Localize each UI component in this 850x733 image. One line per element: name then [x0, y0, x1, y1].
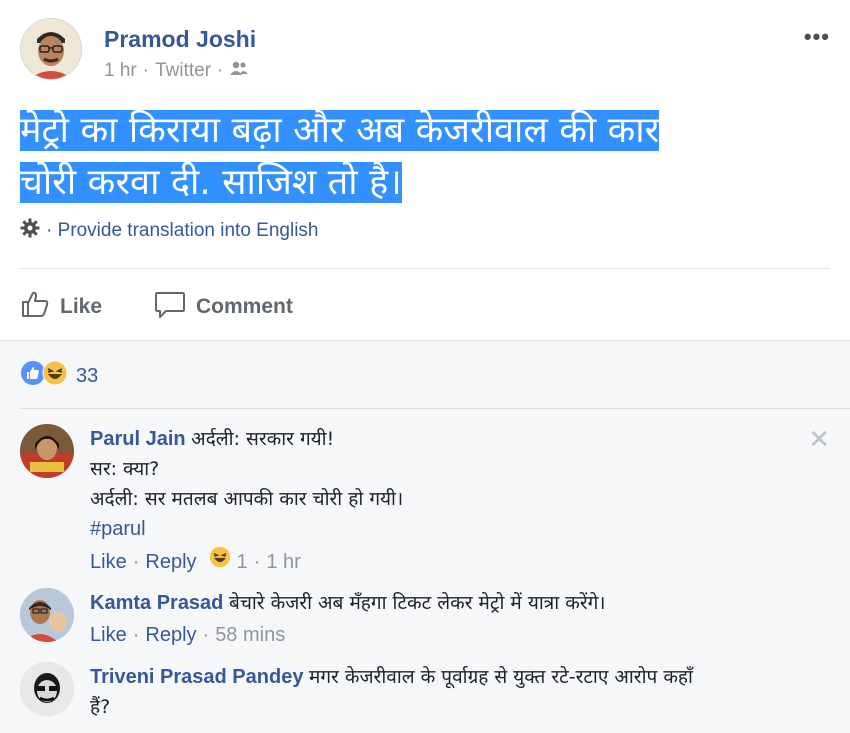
post-author-name[interactable]: Pramod Joshi: [104, 26, 256, 53]
comment-actions: Like · Reply 1 · 1 hr: [90, 546, 810, 577]
comment-time[interactable]: 58 mins: [215, 620, 285, 650]
post-header: Pramod Joshi 1 hr · Twitter · •••: [20, 18, 830, 90]
comment-author[interactable]: Kamta Prasad: [90, 592, 223, 614]
thumbs-up-icon: [20, 289, 50, 325]
close-icon[interactable]: ✕: [808, 424, 830, 455]
comment-like-link[interactable]: Like: [90, 547, 127, 577]
gear-icon[interactable]: [20, 218, 40, 244]
haha-reaction-icon[interactable]: [209, 546, 231, 577]
haha-reaction-icon: [42, 360, 68, 392]
speech-bubble-icon: [154, 289, 186, 325]
comment-body: Parul Jain अर्दली: सरकार गयी! सर: क्या? …: [90, 424, 810, 577]
author-avatar[interactable]: [20, 18, 82, 80]
divider: [20, 408, 850, 409]
comment-like-link[interactable]: Like: [90, 620, 127, 650]
action-separator: ·: [132, 550, 140, 573]
commenter-avatar[interactable]: [20, 588, 74, 642]
comment-text-line: सर: क्या?: [90, 458, 160, 480]
comment-reply-link[interactable]: Reply: [145, 547, 196, 577]
meta-separator: ·: [217, 60, 224, 81]
comment-label: Comment: [196, 295, 293, 318]
action-separator: ·: [202, 624, 210, 646]
translate-row: · Provide translation into English: [20, 218, 318, 244]
friends-audience-icon[interactable]: [229, 60, 249, 82]
comment-text-line: मगर केजरीवाल के पूर्वाग्रह से युक्त रटे-…: [309, 666, 693, 688]
post-time[interactable]: 1 hr: [104, 60, 137, 82]
action-separator: ·: [132, 624, 140, 646]
comment-actions: Like · Reply · 58 mins: [90, 620, 810, 650]
commenter-avatar[interactable]: [20, 662, 74, 716]
comment-text-line: अर्दली: सर मतलब आपकी कार चोरी हो गयी।: [90, 488, 404, 510]
comment-reply-link[interactable]: Reply: [145, 620, 196, 650]
meta-separator: ·: [142, 60, 150, 81]
comment-author[interactable]: Triveni Prasad Pandey: [90, 666, 303, 688]
comment-author[interactable]: Parul Jain: [90, 428, 186, 450]
more-options-icon[interactable]: •••: [804, 24, 830, 50]
comment-body: Kamta Prasad बेचारे केजरी अब मँहगा टिकट …: [90, 588, 810, 650]
comment-body: Triveni Prasad Pandey मगर केजरीवाल के पू…: [90, 662, 810, 722]
post-meta: 1 hr · Twitter ·: [104, 60, 249, 82]
post-source[interactable]: Twitter: [155, 60, 211, 82]
divider: [20, 268, 830, 269]
like-button[interactable]: Like: [20, 289, 102, 325]
comment-time[interactable]: 1 hr: [266, 547, 300, 577]
provide-translation-link[interactable]: · Provide translation into English: [46, 220, 318, 242]
comment-text: बेचारे केजरी अब मँहगा टिकट लेकर मेट्रो म…: [228, 592, 606, 614]
action-separator: ·: [253, 550, 261, 573]
hashtag-link[interactable]: #parul: [90, 514, 810, 544]
post-text-line: मेट्रो का किराया बढ़ा और अब केजरीवाल की …: [20, 110, 660, 151]
comment-text-line: हैं?: [90, 696, 111, 718]
post-text-line: चोरी करवा दी. साजिश तो है।: [20, 162, 402, 203]
commenter-avatar[interactable]: [20, 424, 74, 478]
reaction-count: 33: [76, 364, 99, 387]
comment-button[interactable]: Comment: [154, 289, 293, 325]
post-text: मेट्रो का किराया बढ़ा और अब केजरीवाल की …: [20, 105, 820, 209]
reactions-summary[interactable]: 33: [20, 360, 98, 392]
like-label: Like: [60, 295, 103, 318]
comment-text-line: अर्दली: सरकार गयी!: [191, 428, 335, 450]
comment-reaction-count: 1: [236, 550, 248, 573]
